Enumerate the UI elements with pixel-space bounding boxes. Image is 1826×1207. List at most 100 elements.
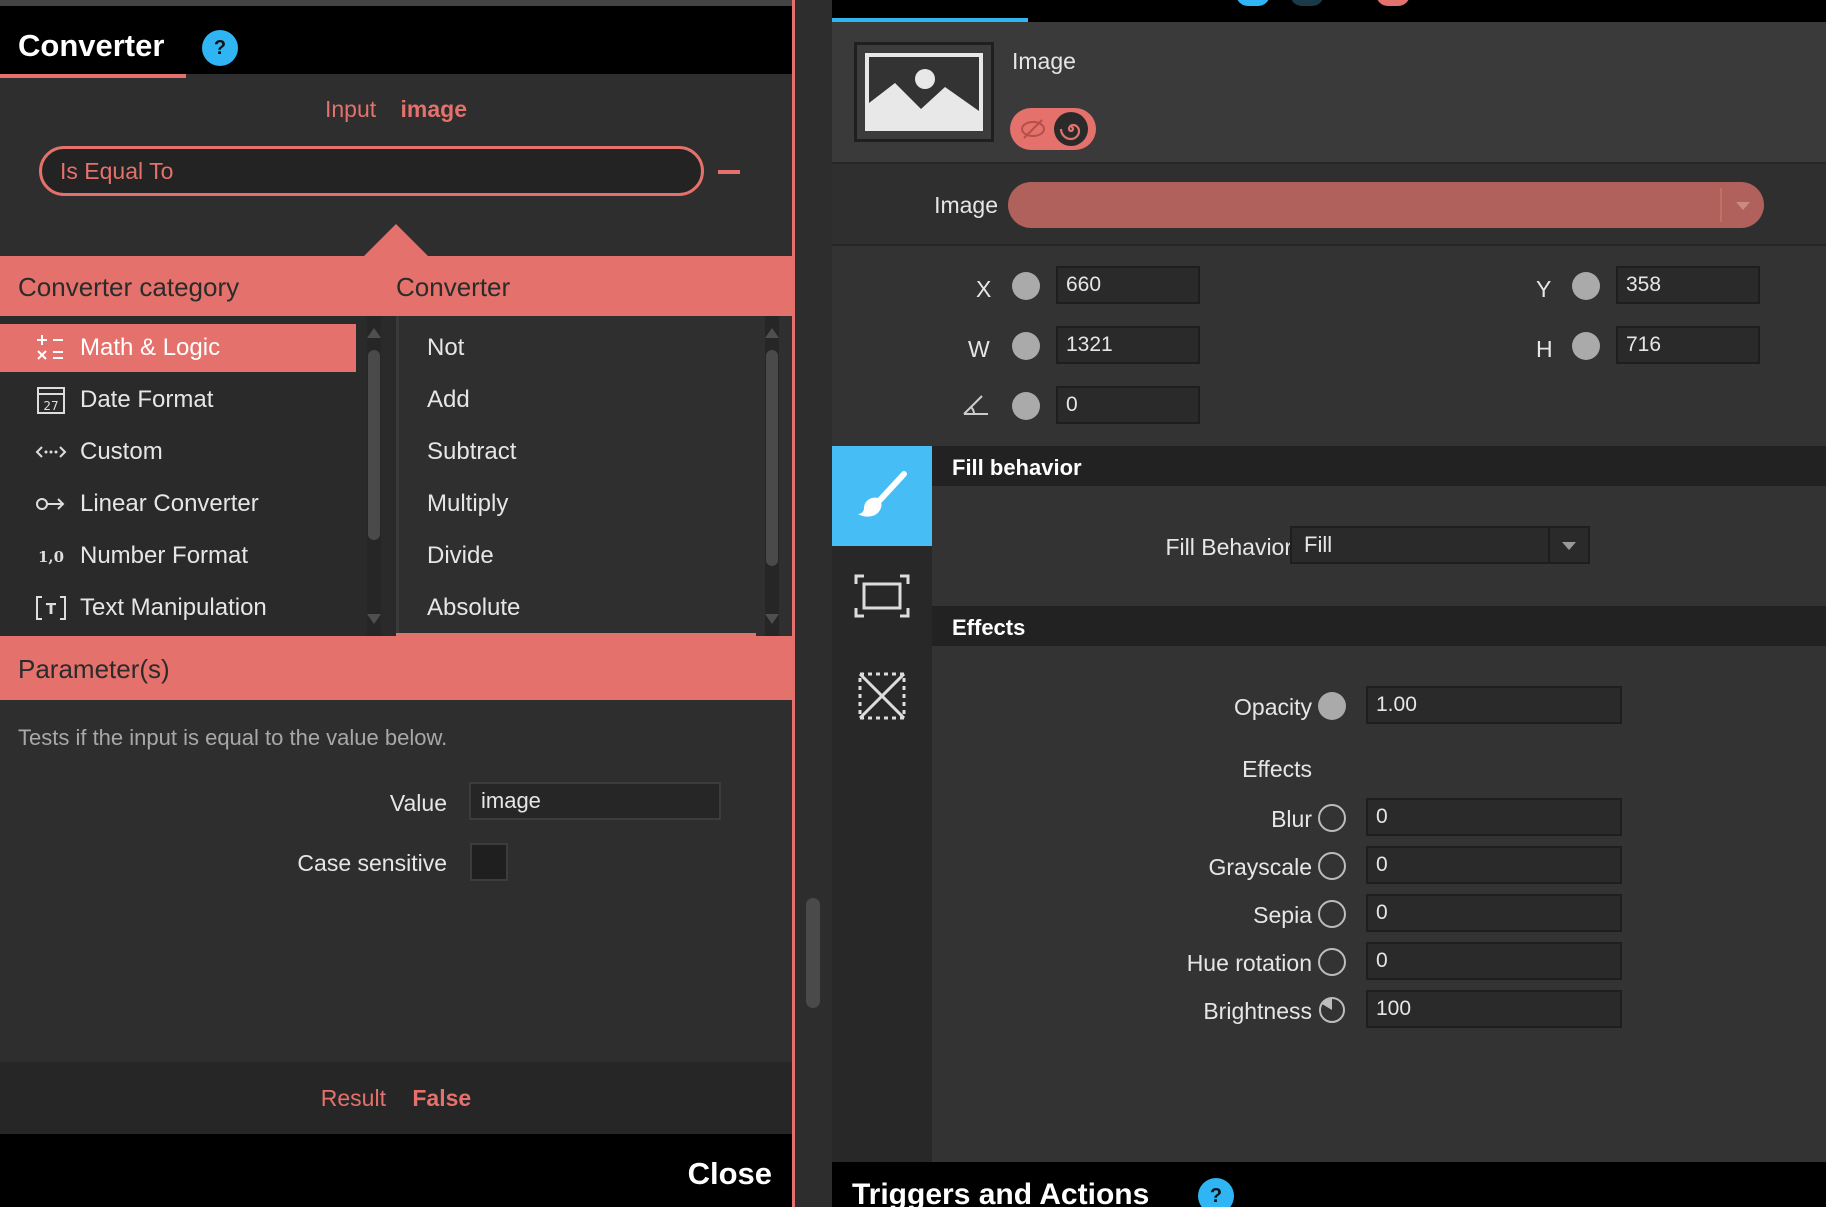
rotation-input[interactable]: 0 xyxy=(1056,386,1200,424)
parameter-description: Tests if the input is equal to the value… xyxy=(18,725,448,750)
triggers-bar: Triggers and Actions ? xyxy=(832,1162,1826,1207)
w-label: W xyxy=(968,336,990,362)
converter-item-absolute[interactable]: Absolute xyxy=(427,584,520,632)
brightness-input[interactable]: 100 xyxy=(1366,990,1622,1028)
splitter-scroll-thumb[interactable] xyxy=(806,898,820,1008)
paintbrush-icon xyxy=(858,471,907,517)
value-input[interactable]: image xyxy=(469,782,721,820)
blur-binding-ring[interactable] xyxy=(1318,804,1346,832)
image-thumbnail[interactable] xyxy=(854,42,994,142)
converter-scroll-up[interactable] xyxy=(765,328,779,338)
tab-edit[interactable] xyxy=(832,646,932,746)
category-label: Math & Logic xyxy=(80,334,221,361)
category-item-math-logic[interactable]: Math & Logic xyxy=(0,324,356,372)
fill-behavior-label: Fill Behavior xyxy=(1165,534,1292,560)
converter-header: Converter ? xyxy=(0,0,792,78)
category-item-date-format[interactable]: 27 Date Format xyxy=(0,376,356,424)
tab-fill[interactable] xyxy=(832,446,932,546)
category-label: Text Manipulation xyxy=(80,594,267,621)
category-header-bar: Converter category Converter xyxy=(0,256,792,316)
converter-header-label: Converter xyxy=(396,272,511,302)
y-input[interactable]: 358 xyxy=(1616,266,1760,304)
number-format-icon: 1,0 xyxy=(34,540,68,572)
image-source-row: Image xyxy=(832,164,1826,246)
image-source-select[interactable] xyxy=(1008,182,1764,228)
brightness-binding-pie[interactable] xyxy=(1318,996,1346,1029)
category-scroll-up[interactable] xyxy=(367,328,381,338)
top-dark-button[interactable] xyxy=(1290,0,1324,6)
converter-item-divide[interactable]: Divide xyxy=(427,532,494,580)
eye-hidden-icon xyxy=(1020,116,1046,142)
category-item-text-manipulation[interactable]: T Text Manipulation xyxy=(0,584,356,632)
converter-scroll-down[interactable] xyxy=(765,614,779,624)
grayscale-input[interactable]: 0 xyxy=(1366,846,1622,884)
hue-rotation-binding-ring[interactable] xyxy=(1318,948,1346,976)
opacity-binding-dot[interactable] xyxy=(1318,692,1346,720)
converter-item-subtract[interactable]: Subtract xyxy=(427,428,516,476)
effects-body: Opacity 1.00 Effects Blur 0 Grayscale 0 … xyxy=(932,646,1826,1162)
visibility-toggle[interactable] xyxy=(1010,108,1096,150)
input-value: image xyxy=(400,96,468,122)
result-bar: Result False xyxy=(0,1062,792,1134)
input-line: Input image xyxy=(0,96,792,123)
effects-heading: Effects xyxy=(952,615,1026,640)
h-input[interactable]: 716 xyxy=(1616,326,1760,364)
panel-splitter[interactable] xyxy=(798,0,832,1207)
category-label: Date Format xyxy=(80,386,214,413)
converter-dialog: Converter ? Input image Is Equal To Conv… xyxy=(0,0,795,1207)
y-binding-dot[interactable] xyxy=(1572,272,1600,300)
x-binding-dot[interactable] xyxy=(1012,272,1040,300)
triggers-title: Triggers and Actions xyxy=(852,1178,1150,1207)
chevron-down-icon xyxy=(1562,542,1576,550)
close-button[interactable]: Close xyxy=(688,1156,772,1192)
sepia-label: Sepia xyxy=(1253,902,1312,928)
select-separator xyxy=(1548,528,1550,562)
w-binding-dot[interactable] xyxy=(1012,332,1040,360)
grayscale-binding-ring[interactable] xyxy=(1318,852,1346,880)
converter-scroll-thumb[interactable] xyxy=(766,350,778,566)
w-input[interactable]: 1321 xyxy=(1056,326,1200,364)
blur-input[interactable]: 0 xyxy=(1366,798,1622,836)
brightness-label: Brightness xyxy=(1203,998,1312,1024)
category-item-linear-converter[interactable]: Linear Converter xyxy=(0,480,356,528)
top-blue-button[interactable] xyxy=(1236,0,1270,6)
help-icon[interactable]: ? xyxy=(202,30,238,66)
x-label: X xyxy=(976,276,992,302)
result-value: False xyxy=(412,1085,472,1111)
result-label: Result xyxy=(320,1085,386,1111)
converter-item-add[interactable]: Add xyxy=(427,376,470,424)
sepia-binding-ring[interactable] xyxy=(1318,900,1346,928)
converter-item-multiply[interactable]: Multiply xyxy=(427,480,508,528)
tab-layout[interactable] xyxy=(832,546,932,646)
rotation-binding-dot[interactable] xyxy=(1012,392,1040,420)
case-sensitive-checkbox[interactable] xyxy=(470,843,508,881)
top-red-button[interactable] xyxy=(1376,0,1410,6)
triggers-help-icon[interactable]: ? xyxy=(1198,1178,1234,1207)
image-placeholder-icon xyxy=(865,53,983,131)
hue-rotation-label: Hue rotation xyxy=(1186,950,1312,976)
hue-rotation-input[interactable]: 0 xyxy=(1366,942,1622,980)
x-input[interactable]: 660 xyxy=(1056,266,1200,304)
parameters-header: Parameter(s) xyxy=(18,654,170,684)
remove-converter-button[interactable] xyxy=(718,170,740,174)
chevron-down-icon xyxy=(1736,202,1750,210)
sepia-input[interactable]: 0 xyxy=(1366,894,1622,932)
converter-select[interactable]: Is Equal To xyxy=(39,146,704,196)
pointer-notch xyxy=(364,224,428,256)
svg-text:27: 27 xyxy=(43,399,58,413)
math-logic-icon xyxy=(34,332,68,364)
converter-item-not[interactable]: Not xyxy=(427,324,464,372)
image-source-label: Image xyxy=(934,192,998,218)
category-item-number-format[interactable]: 1,0 Number Format xyxy=(0,532,356,580)
image-element-title: Image xyxy=(1012,48,1076,74)
category-header: Converter category xyxy=(18,272,240,302)
opacity-input[interactable]: 1.00 xyxy=(1366,686,1622,724)
effects-label: Effects xyxy=(1242,756,1312,782)
category-item-custom[interactable]: Custom xyxy=(0,428,356,476)
fill-behavior-heading: Fill behavior xyxy=(952,455,1082,480)
category-scroll-down[interactable] xyxy=(367,614,381,624)
category-scroll-thumb[interactable] xyxy=(368,350,380,540)
h-binding-dot[interactable] xyxy=(1572,332,1600,360)
converter-title-underline xyxy=(0,74,186,78)
fill-behavior-select[interactable]: Fill xyxy=(1290,526,1590,564)
